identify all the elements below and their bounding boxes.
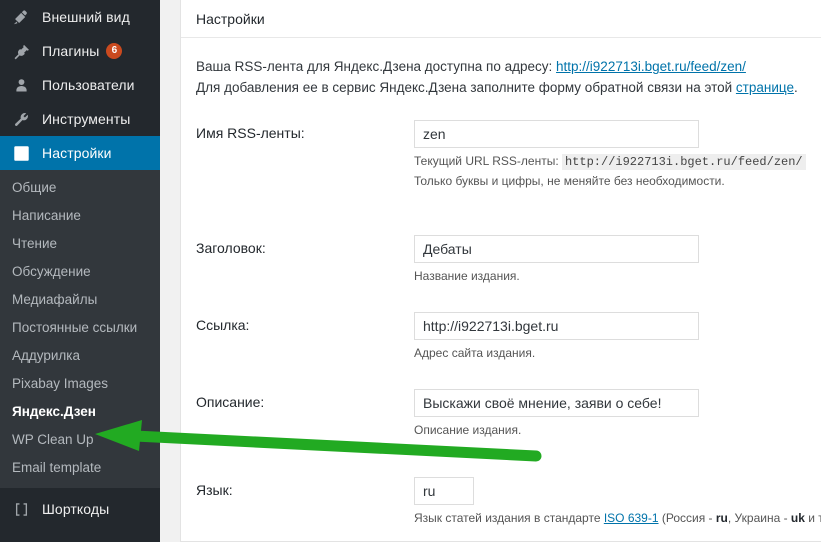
language-label: Язык: xyxy=(196,482,233,498)
intro-line2-prefix: Для добавления ее в сервис Яндекс.Дзена … xyxy=(196,80,736,95)
description-input[interactable] xyxy=(414,389,699,417)
field-row-rss-name: Имя RSS-ленты: Текущий URL RSS-ленты: ht… xyxy=(181,120,821,190)
rss-name-hint-rules: Только буквы и цифры, не меняйте без нео… xyxy=(414,174,725,188)
sidebar-item-users[interactable]: Пользователи xyxy=(0,68,160,102)
rss-name-hint-url: Текущий URL RSS-ленты: http://i922713i.b… xyxy=(414,153,821,171)
panel-header: Настройки xyxy=(181,0,821,38)
sidebar-item-label: Шорткоды xyxy=(42,501,110,517)
rss-url-code: http://i922713i.bget.ru/feed/zen/ xyxy=(561,154,806,170)
submenu-item-yandex-dzen[interactable]: Яндекс.Дзен xyxy=(0,398,160,426)
submenu-item-reading[interactable]: Чтение xyxy=(0,230,160,258)
submenu-item-permalinks[interactable]: Постоянные ссылки xyxy=(0,314,160,342)
description-control: Описание издания. xyxy=(414,389,821,439)
sidebar-item-plugins[interactable]: Плагины 6 xyxy=(0,34,160,68)
field-row-language: Язык: Язык статей издания в стандарте IS… xyxy=(181,477,821,527)
sidebar-top-menu: Внешний вид Плагины 6 Пользователи Инстр… xyxy=(0,0,168,170)
submenu-item-media[interactable]: Медиафайлы xyxy=(0,286,160,314)
sidebar-item-label: Плагины xyxy=(42,43,100,59)
sidebar-item-shortcodes[interactable]: Шорткоды xyxy=(0,492,160,526)
title-control: Название издания. xyxy=(414,235,821,285)
sidebar-item-label: Внешний вид xyxy=(42,9,130,25)
link-input[interactable] xyxy=(414,312,699,340)
link-control: Адрес сайта издания. xyxy=(414,312,821,362)
language-hint-mid1: (Россия - xyxy=(658,511,716,525)
intro-line-1: Ваша RSS-лента для Яндекс.Дзена доступна… xyxy=(196,56,806,77)
appearance-paintbrush-icon xyxy=(9,7,33,27)
language-code-uk: uk xyxy=(790,511,805,525)
page-title: Настройки xyxy=(196,10,265,27)
submenu-item-discussion[interactable]: Обсуждение xyxy=(0,258,160,286)
sidebar-item-label: Пользователи xyxy=(42,77,135,93)
iso-639-link[interactable]: ISO 639-1 xyxy=(604,511,659,525)
users-person-icon xyxy=(9,75,33,95)
intro-line-2: Для добавления ее в сервис Яндекс.Дзена … xyxy=(196,77,806,98)
feedback-page-link[interactable]: странице xyxy=(736,80,794,95)
submenu-item-addurilka[interactable]: Аддурилка xyxy=(0,342,160,370)
rss-name-label: Имя RSS-ленты: xyxy=(196,125,305,141)
language-code-ru: ru xyxy=(715,511,728,525)
tools-wrench-icon xyxy=(9,109,33,129)
admin-screen: Внешний вид Плагины 6 Пользователи Инстр… xyxy=(0,0,821,542)
link-label: Ссылка: xyxy=(196,317,250,333)
admin-sidebar: Внешний вид Плагины 6 Пользователи Инстр… xyxy=(0,0,168,542)
intro-line1-prefix: Ваша RSS-лента для Яндекс.Дзена доступна… xyxy=(196,59,557,74)
submenu-item-wp-clean-up[interactable]: WP Clean Up xyxy=(0,426,160,454)
language-input[interactable] xyxy=(414,477,474,505)
language-hint-prefix: Язык статей издания в стандарте xyxy=(414,511,604,525)
sidebar-bottom-menu: Шорткоды xyxy=(0,488,160,526)
sidebar-item-settings[interactable]: Настройки xyxy=(0,136,168,170)
sidebar-item-tools[interactable]: Инструменты xyxy=(0,102,160,136)
language-control: Язык статей издания в стандарте ISO 639-… xyxy=(414,477,821,527)
description-label: Описание: xyxy=(196,394,265,410)
language-hint-mid2: , Украина - xyxy=(727,511,791,525)
submenu-item-email-template[interactable]: Email template xyxy=(0,454,160,482)
intro-line2-suffix: . xyxy=(793,80,798,95)
plugins-update-badge: 6 xyxy=(106,43,123,59)
sidebar-item-label: Настройки xyxy=(42,145,112,161)
language-hint-suffix: и т.д.) xyxy=(808,511,821,525)
language-hint: Язык статей издания в стандарте ISO 639-… xyxy=(414,510,821,527)
shortcodes-brackets-icon xyxy=(9,499,33,519)
submenu-item-pixabay-images[interactable]: Pixabay Images xyxy=(0,370,160,398)
settings-sliders-icon xyxy=(9,143,33,163)
title-hint: Название издания. xyxy=(414,269,520,283)
intro-text: Ваша RSS-лента для Яндекс.Дзена доступна… xyxy=(181,38,821,102)
sidebar-item-appearance[interactable]: Внешний вид xyxy=(0,0,160,34)
link-hint: Адрес сайта издания. xyxy=(414,346,536,360)
rss-name-hint-prefix: Текущий URL RSS-ленты: xyxy=(414,154,562,168)
field-row-title: Заголовок: Название издания. xyxy=(181,235,821,285)
field-row-description: Описание: Описание издания. xyxy=(181,389,821,439)
feed-url-link[interactable]: http://i922713i.bget.ru/feed/zen/ xyxy=(556,59,746,74)
description-hint: Описание издания. xyxy=(414,423,522,437)
settings-panel: Настройки Ваша RSS-лента для Яндекс.Дзен… xyxy=(180,0,821,542)
rss-name-control: Текущий URL RSS-ленты: http://i922713i.b… xyxy=(414,120,821,190)
title-input[interactable] xyxy=(414,235,699,263)
submenu-item-writing[interactable]: Написание xyxy=(0,202,160,230)
settings-submenu: Общие Написание Чтение Обсуждение Медиаф… xyxy=(0,170,160,488)
main-content: Настройки Ваша RSS-лента для Яндекс.Дзен… xyxy=(160,0,821,542)
sidebar-item-label: Инструменты xyxy=(42,111,131,127)
submenu-item-general[interactable]: Общие xyxy=(0,174,160,202)
plugins-plug-icon xyxy=(9,41,33,61)
rss-name-input[interactable] xyxy=(414,120,699,148)
title-label: Заголовок: xyxy=(196,240,266,256)
field-row-link: Ссылка: Адрес сайта издания. xyxy=(181,312,821,362)
